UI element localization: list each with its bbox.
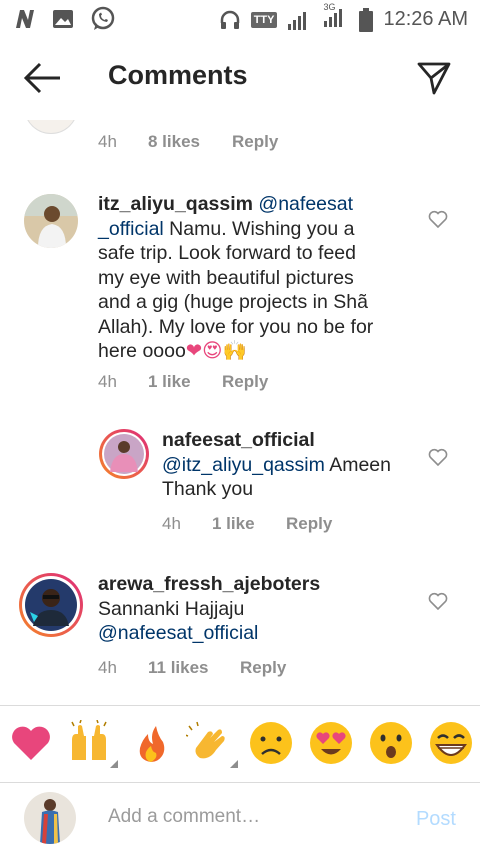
gallery-notification-icon (53, 10, 73, 28)
comment-mention[interactable]: @nafeesat_official (98, 622, 258, 644)
comment-likes[interactable]: 1 like (212, 514, 286, 534)
emoji-variant-marker (230, 760, 238, 768)
comment-body: arewa_fressh_ajeboters Sannanki Hajjaju … (98, 572, 428, 646)
like-heart-icon[interactable] (428, 448, 448, 466)
avatar[interactable] (24, 120, 78, 134)
signal-icon (288, 11, 307, 30)
avatar[interactable] (18, 572, 84, 638)
clock: 12:26 AM (383, 8, 468, 30)
comment-time: 4h (98, 132, 117, 151)
status-bar: TTY 3G 12:26 AM (0, 0, 480, 36)
reply-button[interactable]: Reply (232, 132, 278, 152)
clapping-hands-emoji-icon[interactable] (186, 720, 232, 766)
comment-meta: 4h 8 likes Reply (98, 132, 278, 152)
heart-emoji-icon[interactable] (8, 720, 54, 766)
tty-indicator: TTY (250, 11, 278, 28)
comment: itz_aliyu_qassim @nafeesat _official Nam… (0, 192, 480, 402)
comment-likes[interactable]: 11 likes (148, 658, 240, 678)
reply-button[interactable]: Reply (222, 372, 268, 392)
fire-emoji-icon[interactable] (128, 720, 174, 766)
post-button[interactable]: Post (416, 808, 456, 831)
comment-body: itz_aliyu_qassim @nafeesat _official Nam… (98, 192, 428, 364)
comment-mention[interactable]: @itz_aliyu_qassim (162, 454, 325, 476)
reply-comment: nafeesat_official @itz_aliyu_qassim Amee… (0, 428, 480, 548)
app-notification-icon (16, 10, 34, 28)
raising-hands-emoji-icon[interactable] (66, 720, 112, 766)
network-type-label: 3G (323, 2, 336, 12)
whatsapp-notification-icon (91, 6, 115, 30)
surprised-face-emoji-icon[interactable] (368, 720, 414, 766)
comment-meta: 4h 11 likes Reply (98, 658, 286, 678)
page-title: Comments (108, 60, 248, 90)
comment-meta: 4h 1 like Reply (162, 514, 332, 534)
comment-username[interactable]: nafeesat_official (162, 429, 315, 451)
comment: arewa_fressh_ajeboters Sannanki Hajjaju … (0, 572, 480, 692)
comment-likes[interactable]: 8 likes (148, 132, 232, 152)
comment-composer: Add a comment… Post (0, 782, 480, 854)
emoji-quick-bar (0, 705, 480, 783)
like-heart-icon[interactable] (428, 592, 448, 610)
comment-meta: 4h 1 like Reply (98, 372, 268, 392)
avatar[interactable] (98, 428, 150, 480)
comment-text: Sannanki Hajjaju (98, 597, 245, 620)
reply-button[interactable]: Reply (286, 514, 332, 534)
comment-text: Namu. Wishing you a (163, 217, 355, 240)
sad-face-emoji-icon[interactable] (248, 720, 294, 766)
reply-button[interactable]: Reply (240, 658, 286, 678)
my-avatar (24, 792, 76, 844)
comment-username[interactable]: arewa_fressh_ajeboters (98, 573, 320, 595)
comment-time: 4h (162, 514, 181, 533)
comment-emojis: ❤😍🙌 (185, 340, 247, 362)
heart-eyes-emoji-icon[interactable] (308, 720, 354, 766)
back-arrow-icon[interactable] (22, 60, 62, 96)
comments-list[interactable]: 4h 8 likes Reply itz_aliyu_qassim @nafee… (0, 120, 480, 705)
comment-time: 4h (98, 372, 117, 391)
avatar[interactable] (24, 194, 78, 248)
signal-3g-icon: 3G (323, 2, 349, 33)
comment-body: nafeesat_official @itz_aliyu_qassim Amee… (162, 428, 432, 502)
comment-username[interactable]: itz_aliyu_qassim (98, 193, 253, 215)
send-icon[interactable] (416, 60, 452, 96)
header: Comments (0, 36, 480, 120)
comment-input[interactable]: Add a comment… (108, 806, 260, 828)
headphones-icon (220, 10, 239, 29)
comment-likes[interactable]: 1 like (148, 372, 222, 392)
comment-time: 4h (98, 658, 117, 677)
emoji-variant-marker (110, 760, 118, 768)
grinning-face-emoji-icon[interactable] (428, 720, 474, 766)
battery-icon (359, 7, 374, 32)
like-heart-icon[interactable] (428, 210, 448, 228)
